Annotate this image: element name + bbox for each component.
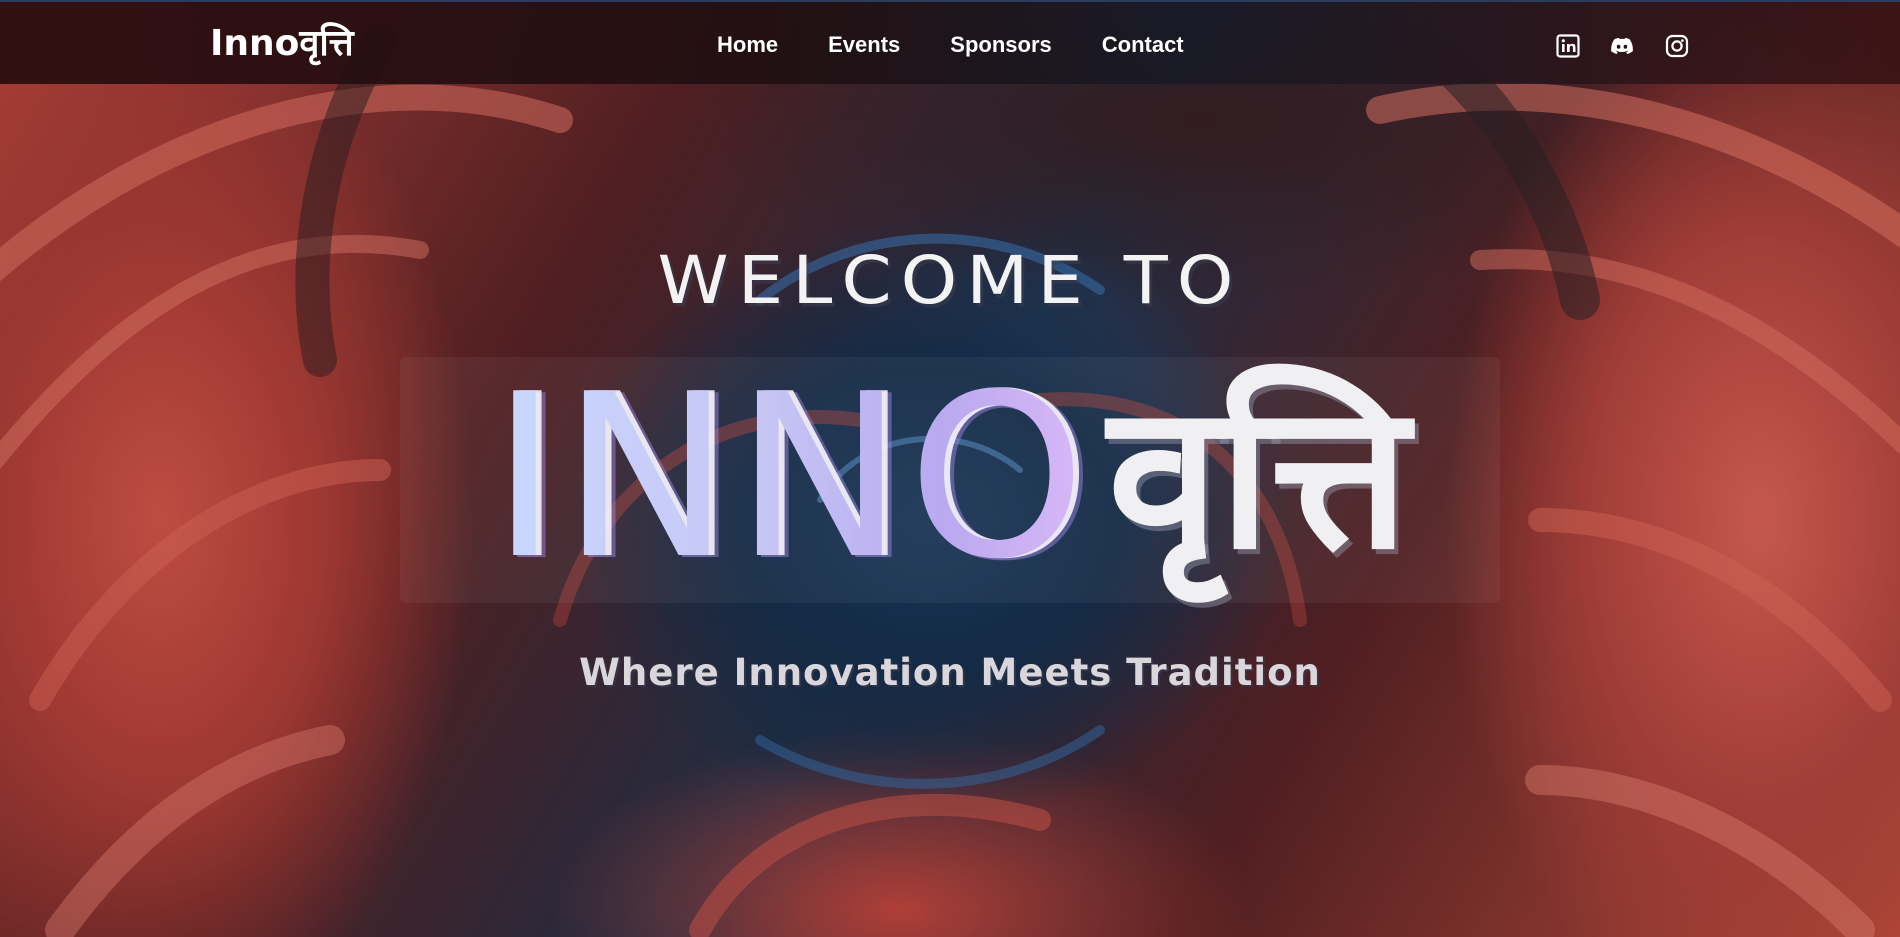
instagram-link[interactable] <box>1665 34 1689 58</box>
discord-icon <box>1610 34 1634 58</box>
nav-links: Home Events Sponsors Contact <box>717 32 1184 58</box>
hero-title-latin: INNO <box>491 346 1090 609</box>
hero-tagline: Where Innovation Meets Tradition <box>579 651 1321 694</box>
nav-link-home[interactable]: Home <box>717 32 778 58</box>
discord-link[interactable] <box>1610 34 1634 58</box>
linkedin-link[interactable] <box>1556 34 1580 58</box>
brand-logo[interactable]: Innoवृत्ति <box>210 22 354 66</box>
linkedin-icon <box>1556 34 1580 58</box>
instagram-icon <box>1665 34 1689 58</box>
page: Innoवृत्ति Home Events Sponsors Contact <box>0 0 1900 937</box>
hero-title-devanagari: वृत्ति <box>1107 361 1409 594</box>
top-navbar: Innoवृत्ति Home Events Sponsors Contact <box>0 0 1900 84</box>
hero-welcome-heading: WELCOME TO <box>657 241 1243 319</box>
nav-link-sponsors[interactable]: Sponsors <box>950 32 1051 58</box>
hero-title: INNOवृत्ति <box>0 346 1900 609</box>
nav-link-events[interactable]: Events <box>828 32 900 58</box>
nav-link-contact[interactable]: Contact <box>1102 32 1184 58</box>
